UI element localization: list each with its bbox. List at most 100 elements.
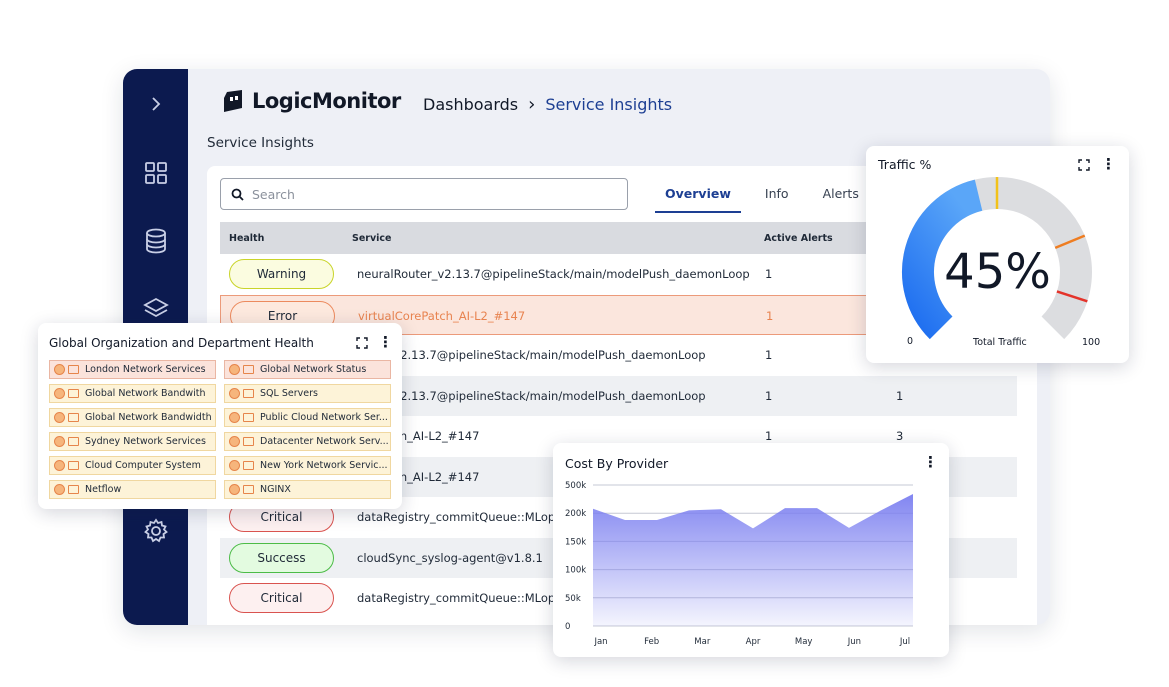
folder-icon — [68, 437, 79, 446]
search-input[interactable] — [252, 186, 612, 202]
status-dot-icon — [229, 436, 240, 447]
service-name: virtualCorePatch_AI-L2_#147 — [358, 308, 526, 323]
service-name: cloudSync_syslog-agent@v1.8.1 — [357, 550, 543, 565]
org-health-item[interactable]: Global Network Bandwidth — [49, 408, 216, 427]
status-dot-icon — [229, 484, 240, 495]
chevron-right-icon[interactable] — [139, 87, 173, 121]
status-dot-icon — [54, 460, 65, 471]
org-health-item-label: Public Cloud Network Ser... — [260, 412, 388, 423]
status-dot-icon — [54, 436, 65, 447]
folder-icon — [68, 413, 79, 422]
folder-icon — [68, 485, 79, 494]
org-health-item-label: London Network Services — [85, 364, 206, 375]
y-tick-label: 50k — [565, 594, 581, 604]
x-tick-label: Apr — [746, 637, 761, 647]
settings-gear-icon[interactable] — [139, 514, 173, 548]
folder-icon — [68, 389, 79, 398]
org-health-item[interactable]: Sydney Network Services — [49, 432, 216, 451]
brand-logo[interactable]: LogicMonitor — [220, 88, 401, 114]
health-status-badge: Success — [229, 542, 334, 573]
org-health-item-label: Global Network Bandwith — [85, 388, 206, 399]
org-health-item-label: Cloud Computer System — [85, 460, 201, 471]
breadcrumb-current: Service Insights — [545, 95, 673, 114]
page-title: Service Insights — [207, 135, 314, 151]
more-options-icon[interactable]: ⋮ — [378, 333, 393, 351]
status-dot-icon — [54, 484, 65, 495]
org-health-item-label: Netflow — [85, 484, 122, 495]
breadcrumb-separator: › — [528, 94, 536, 115]
expand-icon[interactable] — [356, 337, 368, 349]
org-health-item-label: New York Network Servic... — [260, 460, 388, 471]
folder-icon — [243, 461, 254, 470]
org-health-item[interactable]: SQL Servers — [224, 384, 391, 403]
active-alerts-count: 1 — [765, 429, 773, 443]
tab-bar: Overview Info Alerts — [655, 184, 883, 213]
folder-icon — [243, 389, 254, 398]
org-health-item[interactable]: London Network Services — [49, 360, 216, 379]
org-health-item[interactable]: Public Cloud Network Ser... — [224, 408, 391, 427]
active-alerts-count: 1 — [765, 348, 773, 362]
status-dot-icon — [229, 460, 240, 471]
x-tick-label: May — [795, 637, 813, 647]
dashboard-grid-icon[interactable] — [139, 156, 173, 190]
org-health-card: Global Organization and Department Healt… — [38, 323, 402, 509]
status-dot-icon — [54, 412, 65, 423]
service-name: outer_v2.13.7@pipelineStack/main/modelPu… — [357, 388, 706, 403]
folder-icon — [68, 461, 79, 470]
health-status-badge: Critical — [229, 583, 334, 613]
org-health-item[interactable]: New York Network Servic... — [224, 456, 391, 475]
service-name: neuralRouter_v2.13.7@pipelineStack/main/… — [357, 267, 750, 281]
status-dot-icon — [229, 412, 240, 423]
y-tick-label: 100k — [565, 566, 586, 576]
traffic-card: Traffic % ⋮ 45% 0 Total Traffic 100 — [866, 146, 1129, 363]
org-health-item-label: Global Network Status — [260, 364, 367, 375]
status-dot-icon — [229, 364, 240, 375]
search-box[interactable] — [220, 178, 628, 210]
database-icon[interactable] — [139, 224, 173, 258]
y-tick-label: 150k — [565, 537, 586, 547]
cost-card: Cost By Provider ⋮ 0 50k 100k 150k 200k 500k J… — [553, 443, 949, 657]
search-icon — [231, 188, 244, 201]
tab-overview[interactable]: Overview — [655, 184, 741, 213]
org-health-grid: London Network Services Global Network St… — [49, 360, 391, 499]
status-dot-icon — [54, 364, 65, 375]
active-alerts-count: 1 — [765, 267, 773, 281]
org-health-item-label: NGINX — [260, 484, 291, 495]
tab-info[interactable]: Info — [755, 184, 799, 213]
cost-chart: 0 50k 100k 150k 200k 500k Jan Feb Mar Apr May Jun Ju… — [565, 481, 913, 647]
active-alerts-count: 1 — [766, 308, 774, 323]
org-health-item-label: Datacenter Network Serv... — [260, 436, 389, 447]
tab-alerts[interactable]: Alerts — [813, 184, 869, 213]
gauge-max-label: 100 — [1082, 337, 1101, 348]
logicmonitor-logo-icon — [224, 90, 242, 112]
org-health-item[interactable]: Datacenter Network Serv... — [224, 432, 391, 451]
service-name: dataRegistry_commitQueue::MLop@ — [357, 591, 567, 605]
y-tick-label: 500k — [565, 481, 586, 491]
org-health-title: Global Organization and Department Healt… — [49, 336, 314, 350]
y-tick-label: 200k — [565, 509, 586, 519]
org-health-item[interactable]: Global Network Status — [224, 360, 391, 379]
x-tick-label: Mar — [694, 637, 711, 647]
folder-icon — [243, 437, 254, 446]
column-active-alerts[interactable]: Active Alerts — [764, 233, 833, 244]
breadcrumb: Dashboards › Service Insights — [423, 94, 672, 115]
row-extra-value: 1 — [896, 388, 904, 403]
folder-icon — [243, 485, 254, 494]
gauge-caption: Total Traffic — [973, 337, 1027, 348]
folder-icon — [68, 365, 79, 374]
org-health-item[interactable]: NGINX — [224, 480, 391, 499]
org-health-item[interactable]: Netflow — [49, 480, 216, 499]
org-health-item-label: Global Network Bandwidth — [85, 412, 212, 423]
layers-icon[interactable] — [139, 292, 173, 326]
folder-icon — [243, 413, 254, 422]
x-tick-label: Jan — [593, 637, 607, 647]
column-health[interactable]: Health — [229, 233, 264, 244]
brand-name: LogicMonitor — [252, 89, 401, 113]
org-health-item[interactable]: Global Network Bandwith — [49, 384, 216, 403]
breadcrumb-dashboards[interactable]: Dashboards — [423, 95, 518, 114]
org-health-item-label: Sydney Network Services — [85, 436, 206, 447]
org-health-item[interactable]: Cloud Computer System — [49, 456, 216, 475]
org-health-item-label: SQL Servers — [260, 388, 318, 399]
status-dot-icon — [229, 388, 240, 399]
column-service[interactable]: Service — [352, 233, 392, 244]
